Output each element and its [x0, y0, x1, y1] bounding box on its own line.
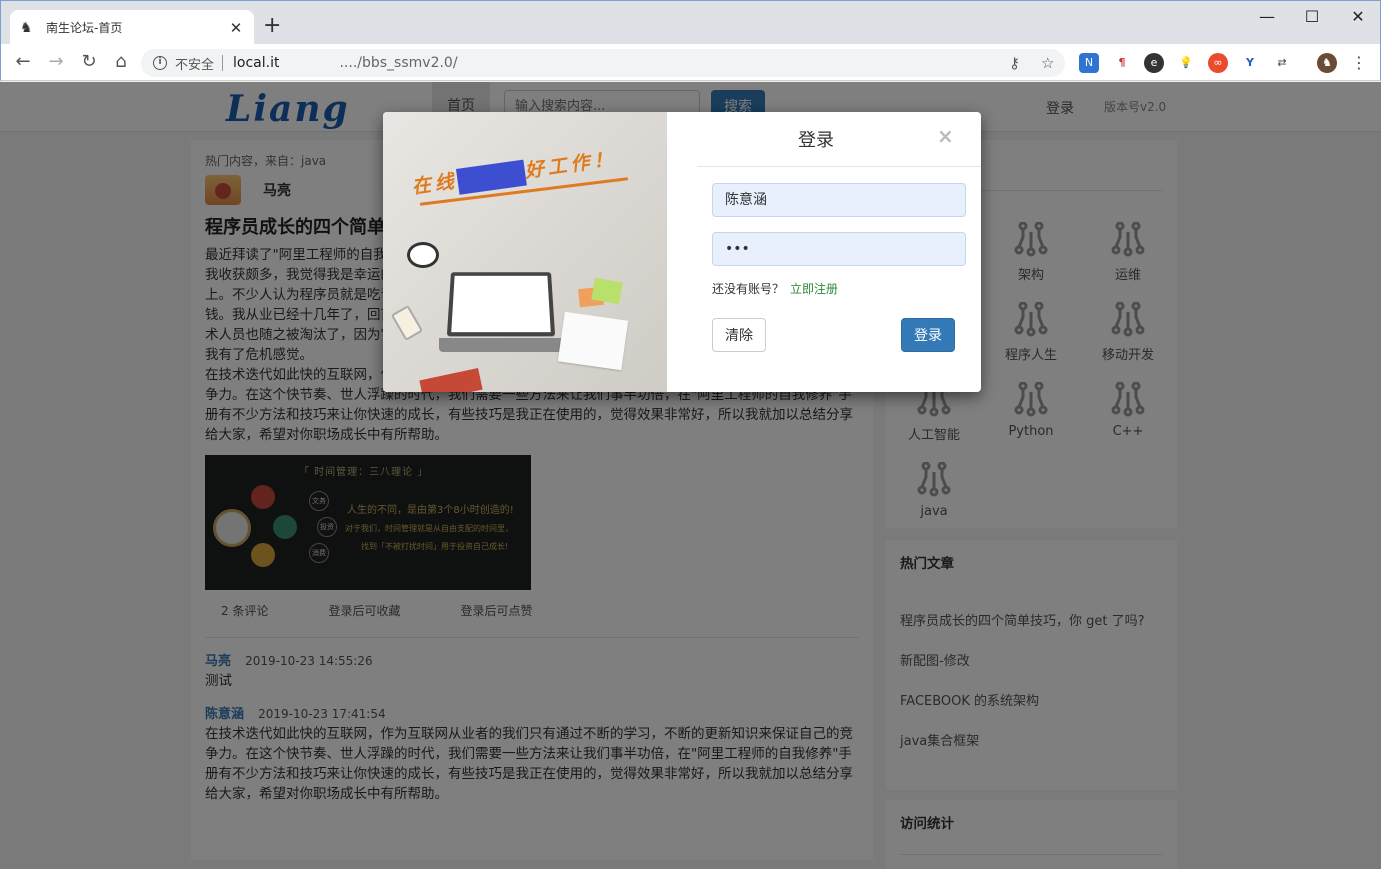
omnibox-divider [222, 55, 224, 71]
back-icon[interactable]: ← [11, 51, 35, 73]
forward-icon[interactable]: → [44, 51, 68, 73]
home-icon[interactable]: ⌂ [109, 51, 133, 73]
sleeve-shape [419, 368, 483, 392]
login-button[interactable]: 登录 [901, 318, 955, 352]
url-redacted [279, 55, 340, 71]
window-close-icon[interactable]: ✕ [1335, 5, 1381, 29]
new-extension-icon[interactable]: N [1079, 53, 1099, 73]
login-modal: 在线 好工作！ 登录 × 陈意涵 ••• 还没有账号？ 立即注册 清除 登录 [383, 112, 981, 392]
reload-icon[interactable]: ↻ [77, 51, 101, 73]
sticky-note-green [591, 277, 623, 305]
slogan-redacted [455, 159, 527, 195]
laptop-icon [446, 272, 556, 337]
tab-close-icon[interactable]: ✕ [228, 19, 244, 37]
clear-button[interactable]: 清除 [712, 318, 766, 352]
minimize-icon[interactable]: — [1244, 5, 1290, 29]
browser-menu-icon[interactable]: ⋮ [1349, 53, 1369, 73]
browser-titlebar: ♞ 南生论坛-首页 ✕ + — ☐ ✕ [0, 0, 1381, 45]
no-account-text: 还没有账号？ [712, 282, 785, 296]
key-icon[interactable]: ⚷ [1009, 49, 1020, 77]
translate-extension-icon[interactable]: ⇄ [1272, 53, 1292, 73]
bulb-extension-icon[interactable]: 💡 [1176, 53, 1196, 73]
browser-tab[interactable]: ♞ 南生论坛-首页 ✕ [10, 10, 254, 45]
maximize-icon[interactable]: ☐ [1289, 5, 1335, 29]
username-field[interactable]: 陈意涵 [712, 183, 966, 217]
register-prompt: 还没有账号？ 立即注册 [712, 280, 838, 297]
login-form-panel: 登录 × 陈意涵 ••• 还没有账号？ 立即注册 清除 登录 [667, 112, 981, 392]
new-tab-icon[interactable]: + [263, 15, 281, 37]
browser-toolbar: ← → ↻ ⌂ i 不安全 local.it ..../bbs_ssmv2.0/… [0, 44, 1381, 81]
phone-icon [390, 305, 424, 341]
keyboard-icon [439, 338, 565, 352]
modal-divider [697, 166, 981, 167]
paragraph-extension-icon[interactable]: ¶ [1112, 53, 1132, 73]
password-field[interactable]: ••• [712, 232, 966, 266]
url-host: local.it [233, 55, 280, 71]
y-extension-icon[interactable]: Y [1240, 53, 1260, 73]
paper-sheet [557, 311, 629, 371]
infinity-extension-icon[interactable]: ∞ [1208, 53, 1228, 73]
profile-avatar-icon[interactable]: ♞ [1317, 53, 1337, 73]
site-favicon-icon: ♞ [20, 19, 33, 36]
url-path: ..../bbs_ssmv2.0/ [339, 55, 458, 71]
bookmark-star-icon[interactable]: ☆ [1041, 49, 1054, 77]
coffee-cup-icon [407, 242, 439, 268]
slogan-left: 在线 [410, 170, 460, 199]
login-illustration: 在线 好工作！ [383, 112, 667, 392]
modal-title: 登录 [798, 130, 834, 151]
address-bar[interactable]: i 不安全 local.it ..../bbs_ssmv2.0/ ⚷ ☆ [141, 49, 1065, 77]
register-link[interactable]: 立即注册 [790, 282, 838, 296]
e-extension-icon[interactable]: e [1144, 53, 1164, 73]
tab-title: 南生论坛-首页 [46, 21, 123, 35]
slogan-right: 好工作！ [523, 147, 618, 183]
close-icon[interactable]: × [937, 124, 954, 148]
insecure-label: 不安全 [175, 57, 215, 73]
info-icon[interactable]: i [153, 56, 167, 70]
